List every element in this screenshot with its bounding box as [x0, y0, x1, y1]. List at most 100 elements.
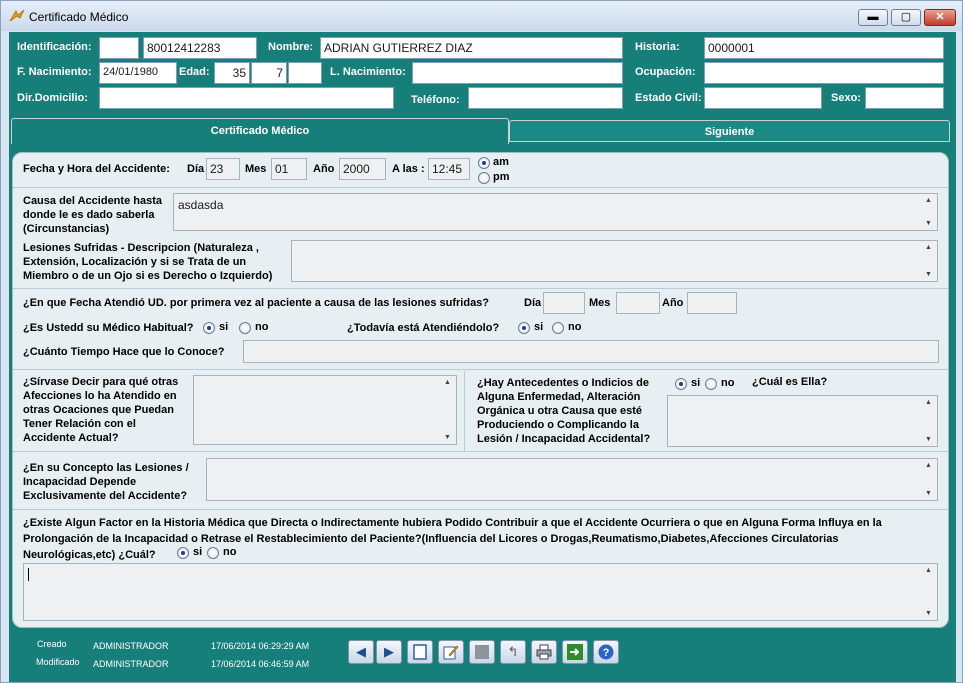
- maximize-icon: ▢: [900, 11, 912, 23]
- scroll-up-icon[interactable]: ▲: [925, 567, 932, 574]
- factor-si-radio[interactable]: [177, 547, 189, 559]
- domicilio-label: Dir.Domicilio:: [17, 92, 88, 104]
- arrow-left-icon: ◀: [356, 644, 366, 659]
- scroll-up-icon[interactable]: ▲: [925, 197, 932, 204]
- factor-no-radio[interactable]: [207, 547, 219, 559]
- scroll-down-icon[interactable]: ▼: [444, 434, 451, 441]
- otras-afecciones-label: ¿Sírvase Decir para qué otras Afecciones…: [23, 376, 179, 444]
- identificacion-type-field[interactable]: [99, 37, 139, 59]
- mes-label: Mes: [245, 163, 267, 175]
- scroll-down-icon[interactable]: ▼: [925, 490, 932, 497]
- tab-certificado-medico[interactable]: Certificado Médico: [11, 118, 509, 144]
- edad-label: Edad:: [179, 66, 210, 78]
- scrollbar[interactable]: ▲ ▼: [923, 243, 935, 279]
- edad-months-field[interactable]: 7: [251, 62, 287, 84]
- edad-days-field[interactable]: [288, 62, 322, 84]
- causa-text: asdasda: [178, 198, 224, 212]
- sexo-label: Sexo:: [831, 92, 861, 104]
- cuanto-tiempo-field[interactable]: [243, 340, 939, 363]
- scroll-down-icon[interactable]: ▼: [925, 436, 932, 443]
- scrollbar[interactable]: ▲ ▼: [923, 461, 935, 498]
- ocupacion-field[interactable]: [704, 62, 944, 84]
- mes-field[interactable]: 01: [271, 158, 307, 180]
- next-button[interactable]: ▶: [376, 640, 402, 664]
- antecedentes-no-radio[interactable]: [705, 378, 717, 390]
- causa-textarea[interactable]: asdasda ▲ ▼: [173, 193, 938, 231]
- scrollbar[interactable]: ▲ ▼: [923, 566, 935, 618]
- historia-field[interactable]: 0000001: [704, 37, 944, 59]
- antecedentes-si-radio[interactable]: [675, 378, 687, 390]
- telefono-label: Teléfono:: [411, 94, 460, 106]
- minimize-button[interactable]: ▬: [858, 9, 888, 26]
- scroll-up-icon[interactable]: ▲: [925, 244, 932, 251]
- scrollbar[interactable]: ▲ ▼: [442, 378, 454, 442]
- print-button[interactable]: [531, 640, 557, 664]
- edit-button[interactable]: [438, 640, 464, 664]
- scroll-up-icon[interactable]: ▲: [444, 379, 451, 386]
- todavia-si-radio[interactable]: [518, 322, 530, 334]
- medico-habitual-no-radio[interactable]: [239, 322, 251, 334]
- help-button[interactable]: ?: [593, 640, 619, 664]
- antecedentes-label: ¿Hay Antecedentes o Indicios de Alguna E…: [477, 377, 651, 445]
- estado-civil-field[interactable]: [704, 87, 822, 109]
- scroll-up-icon[interactable]: ▲: [925, 399, 932, 406]
- edad-years-field[interactable]: 35: [214, 62, 250, 84]
- tab-siguiente[interactable]: Siguiente: [509, 120, 950, 142]
- app-logo-icon: [9, 9, 25, 22]
- otras-afecciones-textarea[interactable]: ▲ ▼: [193, 375, 457, 445]
- pv-anio-field[interactable]: [687, 292, 737, 314]
- divider: [13, 509, 948, 510]
- anio-label: Año: [313, 163, 335, 175]
- concepto-label: ¿En su Concepto las Lesiones / Incapacid…: [23, 462, 189, 502]
- dia-label: Día: [187, 163, 205, 175]
- telefono-field[interactable]: [468, 87, 623, 109]
- pv-mes-field[interactable]: [616, 292, 660, 314]
- close-button[interactable]: ✕: [924, 9, 956, 26]
- scroll-up-icon[interactable]: ▲: [925, 462, 932, 469]
- scrollbar[interactable]: ▲ ▼: [923, 398, 935, 444]
- antecedentes-textarea[interactable]: ▲ ▼: [667, 395, 938, 447]
- title-bar: Certificado Médico ▬ ▢ ✕: [1, 1, 962, 31]
- scrollbar[interactable]: ▲ ▼: [923, 196, 935, 228]
- arrow-right-icon: ▶: [384, 644, 394, 659]
- fecha-hora-label: Fecha y Hora del Accidente:: [23, 163, 170, 175]
- identificacion-field[interactable]: 80012412283: [143, 37, 257, 59]
- nombre-label: Nombre:: [268, 41, 314, 53]
- dia-field[interactable]: 23: [206, 158, 240, 180]
- print-icon: [536, 644, 552, 660]
- todavia-no-radio[interactable]: [552, 322, 564, 334]
- sexo-field[interactable]: [865, 87, 944, 109]
- medico-habitual-si-radio[interactable]: [203, 322, 215, 334]
- stop-button[interactable]: [469, 640, 495, 664]
- fnac-field[interactable]: 24/01/1980: [99, 62, 177, 84]
- domicilio-field[interactable]: [99, 87, 394, 109]
- concepto-textarea[interactable]: ▲ ▼: [206, 458, 938, 501]
- lesiones-textarea[interactable]: ▲ ▼: [291, 240, 938, 282]
- scroll-down-icon[interactable]: ▼: [925, 220, 932, 227]
- hora-field[interactable]: 12:45: [428, 158, 470, 180]
- maximize-button[interactable]: ▢: [891, 9, 921, 26]
- pv-dia-field[interactable]: [543, 292, 585, 314]
- factor-label-text: ¿Existe Algun Factor en la Historia Médi…: [23, 517, 882, 561]
- divider: [13, 451, 948, 452]
- exit-button[interactable]: [562, 640, 588, 664]
- new-button[interactable]: [407, 640, 433, 664]
- exit-icon: [567, 644, 583, 660]
- factor-no-label: no: [223, 546, 237, 558]
- factor-textarea[interactable]: ▲ ▼: [23, 563, 938, 621]
- todavia-no-label: no: [568, 321, 582, 333]
- undo-button[interactable]: ↰: [500, 640, 526, 664]
- historia-label: Historia:: [635, 41, 680, 53]
- lnac-label: L. Nacimiento:: [330, 66, 406, 78]
- scroll-down-icon[interactable]: ▼: [925, 610, 932, 617]
- lnac-field[interactable]: [412, 62, 623, 84]
- anio-field[interactable]: 2000: [339, 158, 386, 180]
- am-radio[interactable]: [478, 157, 490, 169]
- scroll-down-icon[interactable]: ▼: [925, 271, 932, 278]
- nombre-field[interactable]: ADRIAN GUTIERREZ DIAZ: [320, 37, 623, 59]
- alas-label: A las :: [392, 163, 425, 175]
- fnac-label: F. Nacimiento:: [17, 66, 92, 78]
- previous-button[interactable]: ◀: [348, 640, 374, 664]
- pm-radio[interactable]: [478, 172, 490, 184]
- divider: [13, 288, 948, 289]
